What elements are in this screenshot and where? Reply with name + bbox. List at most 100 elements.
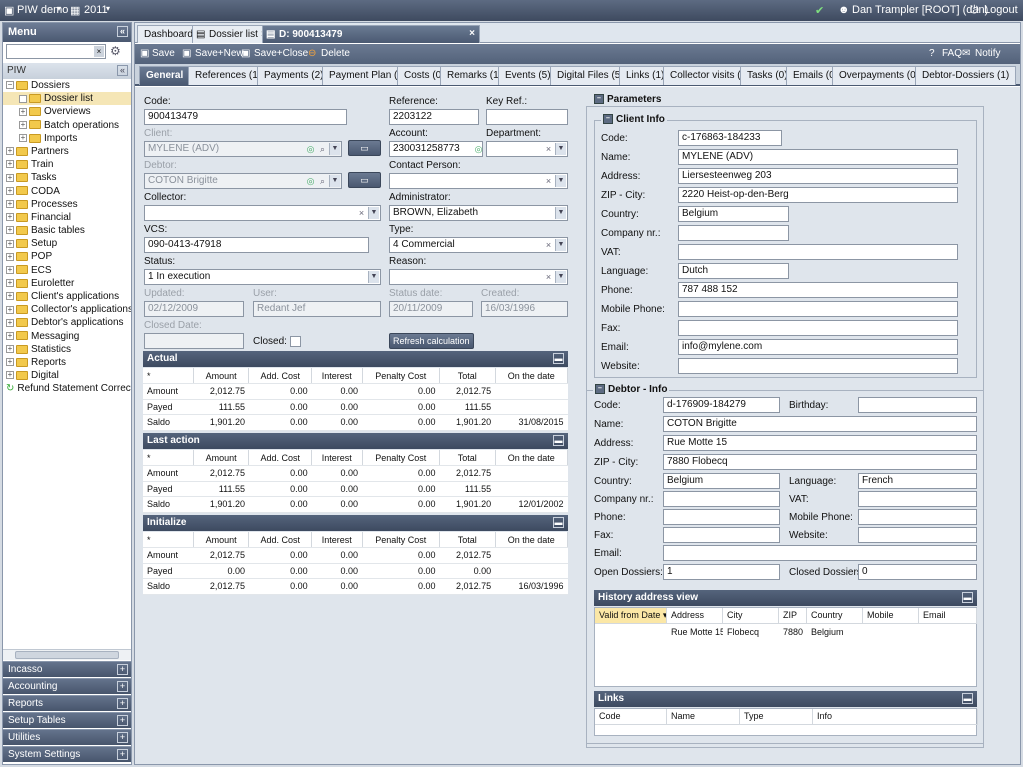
client-field-input[interactable]: 2220 Heist-op-den-Berg bbox=[678, 187, 958, 203]
chevron-down-icon[interactable]: ▼ bbox=[555, 175, 566, 187]
menu-tree-item[interactable]: + Overviews bbox=[3, 105, 131, 118]
chevron-down-icon[interactable]: ▼ bbox=[555, 271, 566, 283]
menu-tree-item[interactable]: − Dossiers bbox=[3, 79, 131, 92]
expand-icon[interactable]: + bbox=[6, 371, 14, 380]
parameters-header[interactable]: – Parameters bbox=[594, 94, 661, 105]
subtab-overpayments[interactable]: Overpayments (0) bbox=[832, 66, 927, 85]
client-field-input[interactable]: info@mylene.com bbox=[678, 339, 958, 355]
menu-tree-item[interactable]: + Euroletter bbox=[3, 277, 131, 290]
faq-button[interactable]: FAQ bbox=[942, 48, 962, 59]
notify-button[interactable]: Notify bbox=[975, 48, 1001, 59]
menu-tree-item[interactable]: + ECS bbox=[3, 264, 131, 277]
search-icon[interactable]: ⌕ bbox=[317, 143, 328, 155]
accordion-reports[interactable]: Reports + bbox=[3, 695, 131, 711]
keyref-field[interactable] bbox=[486, 109, 568, 125]
expand-icon[interactable]: + bbox=[117, 664, 128, 675]
history-column-header[interactable]: ZIP bbox=[779, 608, 807, 624]
year-selector[interactable]: 2011 bbox=[84, 4, 108, 16]
info-icon[interactable]: ◎ bbox=[305, 143, 316, 155]
client-field-input[interactable]: c-176863-184233 bbox=[678, 130, 782, 146]
reason-select[interactable]: ▼ × bbox=[389, 269, 568, 285]
expand-icon[interactable]: + bbox=[6, 226, 14, 235]
menu-tree-item[interactable]: + Collector's applications bbox=[3, 303, 131, 316]
links-column-header[interactable]: Info bbox=[813, 709, 978, 725]
subtab-general[interactable]: General bbox=[139, 66, 191, 85]
debtor-code-field[interactable]: d-176909-184279 bbox=[663, 397, 780, 413]
clear-icon[interactable]: × bbox=[543, 175, 554, 187]
client-open-button[interactable]: ▭ bbox=[348, 140, 381, 156]
tab-dossier-detail[interactable]: ▤ D: 900413479 × bbox=[262, 25, 480, 43]
collapse-icon[interactable]: ▬ bbox=[962, 592, 973, 603]
collapse-icon[interactable]: – bbox=[595, 384, 605, 395]
menu-tree-item[interactable]: + Messaging bbox=[3, 330, 131, 343]
logout-link[interactable]: Logout bbox=[984, 4, 1018, 16]
open-dossiers-field[interactable]: 1 bbox=[663, 564, 780, 580]
chevron-down-icon[interactable]: ▼ bbox=[368, 271, 379, 283]
accordion-system-settings[interactable]: System Settings + bbox=[3, 746, 131, 762]
client-field-input[interactable] bbox=[678, 320, 958, 336]
menu-tree-item[interactable]: + Statistics bbox=[3, 343, 131, 356]
expand-icon[interactable]: + bbox=[117, 749, 128, 760]
menu-tree-item[interactable]: + CODA bbox=[3, 185, 131, 198]
expand-icon[interactable]: + bbox=[6, 279, 14, 288]
client-field-input[interactable] bbox=[678, 358, 958, 374]
department-select[interactable]: ▼ × bbox=[486, 141, 568, 157]
history-column-header[interactable]: Address bbox=[667, 608, 723, 624]
expand-icon[interactable]: + bbox=[6, 358, 14, 367]
chevron-down-icon[interactable]: ▼ bbox=[555, 207, 566, 219]
code-field[interactable]: 900413479 bbox=[144, 109, 347, 125]
birthday-field[interactable] bbox=[858, 397, 977, 413]
expand-icon[interactable]: + bbox=[6, 331, 14, 340]
clear-icon[interactable]: × bbox=[543, 143, 554, 155]
closed-checkbox[interactable] bbox=[290, 336, 301, 347]
vcs-field[interactable]: 090-0413-47918 bbox=[144, 237, 369, 253]
history-column-header[interactable]: Valid from Date ▾ bbox=[595, 608, 667, 624]
expand-icon[interactable]: + bbox=[6, 173, 14, 182]
debtor-address-field[interactable]: Rue Motte 15 bbox=[663, 435, 977, 451]
menu-tree-item[interactable]: + Digital bbox=[3, 369, 131, 382]
menu-search-input[interactable]: × bbox=[6, 44, 106, 59]
info-icon[interactable]: ◎ bbox=[473, 143, 482, 155]
subtab-payments[interactable]: Payments (2) bbox=[257, 66, 331, 85]
menu-tree-item[interactable]: ↻Refund Statement Correction bbox=[3, 382, 131, 395]
save-close-button[interactable]: Save+Close bbox=[254, 48, 308, 59]
account-select[interactable]: 230031258773▼◎ bbox=[389, 141, 483, 157]
client-field-input[interactable]: MYLENE (ADV) bbox=[678, 149, 958, 165]
expand-icon[interactable]: + bbox=[117, 715, 128, 726]
type-select[interactable]: 4 Commercial ▼ × bbox=[389, 237, 568, 253]
clear-icon[interactable]: × bbox=[94, 46, 104, 57]
client-field-input[interactable]: Liersesteenweg 203 bbox=[678, 168, 958, 184]
menu-tree-item[interactable]: + Processes bbox=[3, 198, 131, 211]
debtor-mobile-field[interactable] bbox=[858, 509, 977, 525]
collapse-icon[interactable]: « bbox=[117, 26, 128, 37]
expand-icon[interactable]: + bbox=[6, 252, 14, 261]
accordion-accounting[interactable]: Accounting + bbox=[3, 678, 131, 694]
client-field-input[interactable] bbox=[678, 244, 958, 260]
chevron-down-icon[interactable]: ▾ bbox=[106, 4, 110, 13]
expand-icon[interactable]: + bbox=[19, 120, 27, 129]
subtab-events[interactable]: Events (5) bbox=[498, 66, 558, 85]
debtor-website-field[interactable] bbox=[858, 527, 977, 543]
accordion-utilities[interactable]: Utilities + bbox=[3, 729, 131, 745]
scrollbar-thumb[interactable] bbox=[15, 651, 119, 659]
expand-icon[interactable]: + bbox=[117, 732, 128, 743]
refresh-calculation-button[interactable]: Refresh calculation bbox=[389, 333, 474, 349]
contact-select[interactable]: ▼ × bbox=[389, 173, 568, 189]
expand-icon[interactable]: + bbox=[6, 292, 14, 301]
menu-section-header[interactable]: PIW « bbox=[3, 63, 131, 79]
menu-tree-item[interactable]: + POP bbox=[3, 250, 131, 263]
accordion-setup-tables[interactable]: Setup Tables + bbox=[3, 712, 131, 728]
expand-icon[interactable]: + bbox=[19, 134, 27, 143]
gear-icon[interactable]: ⚙ bbox=[110, 44, 121, 58]
client-field[interactable]: MYLENE (ADV) ▼ ⌕ ◎ bbox=[144, 141, 342, 157]
delete-button[interactable]: Delete bbox=[321, 48, 350, 59]
debtor-field[interactable]: COTON Brigitte ▼ ⌕ ◎ bbox=[144, 173, 342, 189]
user-menu[interactable]: Dan Trampler [ROOT] (dan) bbox=[852, 4, 988, 16]
debtor-zip-field[interactable]: 7880 Flobecq bbox=[663, 454, 977, 470]
collapse-icon[interactable]: ▬ bbox=[962, 693, 973, 704]
links-column-header[interactable]: Code bbox=[595, 709, 667, 725]
menu-tree-item[interactable]: + Tasks bbox=[3, 171, 131, 184]
chevron-down-icon[interactable]: ▼ bbox=[329, 143, 340, 155]
expand-icon[interactable]: + bbox=[6, 213, 14, 222]
debtor-name-field[interactable]: COTON Brigitte bbox=[663, 416, 977, 432]
